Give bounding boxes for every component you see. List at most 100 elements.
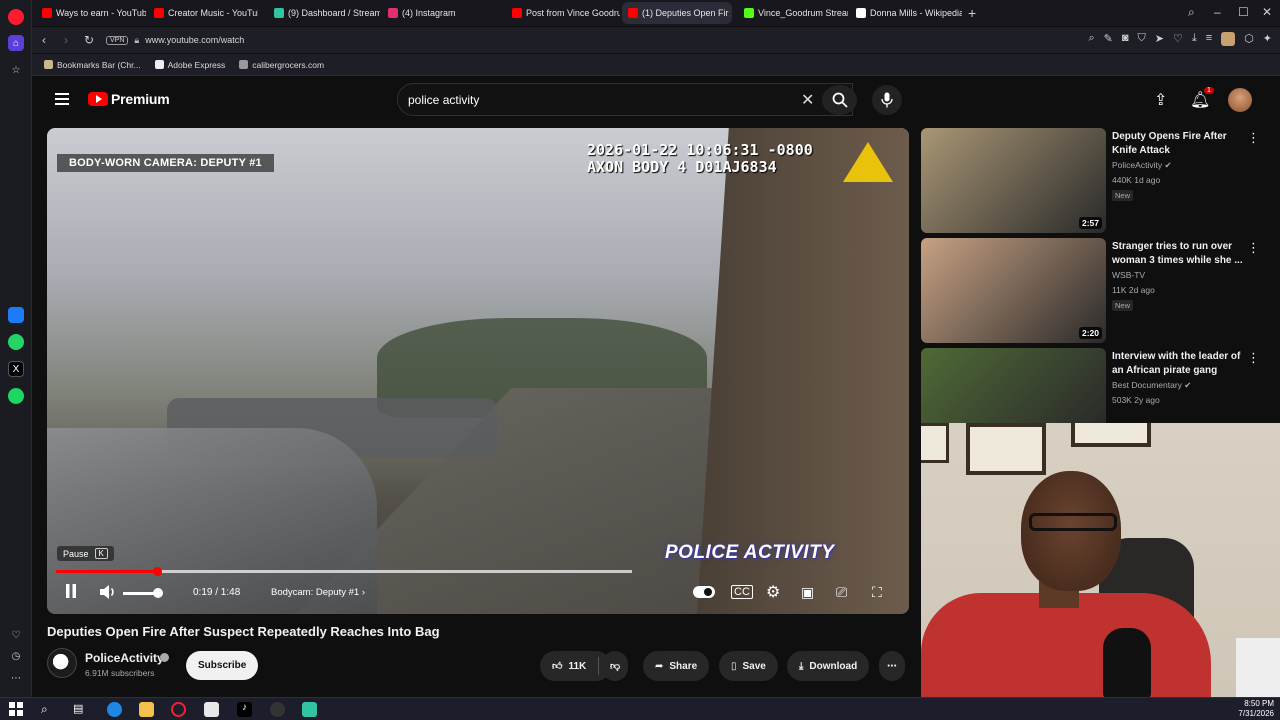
account-avatar[interactable] xyxy=(1228,88,1252,112)
close-window-icon[interactable]: ✕ xyxy=(1262,5,1272,19)
tab-wikipedia[interactable]: Donna Mills - Wikipedia xyxy=(850,2,962,24)
recommended-video[interactable]: 2:57 Deputy Opens Fire After Knife Attac… xyxy=(921,128,1261,233)
x-twitter-icon[interactable]: X xyxy=(8,361,24,377)
heart-icon[interactable]: ♡ xyxy=(8,627,24,643)
volume-icon[interactable] xyxy=(99,584,117,600)
recommended-title[interactable]: Deputy Opens Fire After Knife Attack xyxy=(1112,130,1247,158)
channel-name[interactable]: PoliceActivity xyxy=(85,651,164,665)
share-button[interactable]: ➦ Share xyxy=(643,651,710,681)
clear-search-icon[interactable]: ✕ xyxy=(801,90,814,110)
tab-search-icon[interactable]: ⌕ xyxy=(1188,5,1195,20)
video-thumbnail[interactable] xyxy=(921,348,1106,423)
download-button[interactable]: ⤓ Download xyxy=(787,651,870,681)
more-icon[interactable]: ⋯ xyxy=(8,670,24,686)
chapter-button[interactable]: Bodycam: Deputy #1 › xyxy=(271,587,365,598)
more-vertical-icon[interactable]: ⋮ xyxy=(1247,130,1260,146)
tab-kick-stream[interactable]: Vince_Goodrum Stream - xyxy=(738,2,848,24)
opera-logo-icon[interactable] xyxy=(8,9,24,25)
edge-icon[interactable] xyxy=(107,702,122,717)
subscribe-button[interactable]: Subscribe xyxy=(186,651,259,680)
pause-icon[interactable] xyxy=(65,584,77,598)
taskbar-search-icon[interactable]: ⌕ xyxy=(41,702,56,717)
obs-icon[interactable] xyxy=(270,702,285,717)
more-vertical-icon[interactable]: ⋮ xyxy=(1247,350,1260,366)
zoom-icon[interactable]: ⌕ xyxy=(1088,32,1094,46)
settings-gear-icon[interactable]: ⚙ xyxy=(766,582,780,602)
edit-icon[interactable]: ✎ xyxy=(1104,32,1113,46)
video-thumbnail[interactable]: 2:20 xyxy=(921,238,1106,343)
history-icon[interactable]: ◷ xyxy=(8,648,24,664)
reload-icon[interactable]: ↻ xyxy=(84,33,94,47)
extensions-icon[interactable]: ⬡ xyxy=(1244,32,1254,46)
store-icon[interactable] xyxy=(204,702,219,717)
recommended-title[interactable]: Interview with the leader of an African … xyxy=(1112,350,1247,378)
tab-creator-music[interactable]: Creator Music - YouTube S xyxy=(148,2,258,24)
recommended-channel: Best Documentary ✔ xyxy=(1112,380,1192,390)
tiktok-icon[interactable]: ♪ xyxy=(237,702,252,717)
voice-search-button[interactable] xyxy=(872,85,902,115)
video-title: Deputies Open Fire After Suspect Repeate… xyxy=(47,624,440,639)
tab-ways-to-earn[interactable]: Ways to earn - YouTube S xyxy=(36,2,146,24)
cast-icon[interactable]: ⎚ xyxy=(836,584,847,601)
spotify-icon[interactable] xyxy=(8,388,24,404)
url-field[interactable]: VPN 🔒︎ www.youtube.com/watch xyxy=(106,32,244,48)
captions-icon[interactable]: CC xyxy=(731,585,753,599)
autoplay-toggle[interactable] xyxy=(693,586,715,598)
volume-handle[interactable] xyxy=(153,588,163,598)
download-icon[interactable]: ⤓ xyxy=(1192,32,1197,46)
whatsapp-icon[interactable] xyxy=(8,334,24,350)
tab-post-vince[interactable]: Post from Vince Goodrum xyxy=(506,2,620,24)
fullscreen-icon[interactable]: ⛶ xyxy=(872,584,882,601)
camera-icon[interactable]: ◙ xyxy=(1122,32,1129,46)
tab-instagram[interactable]: (4) Instagram xyxy=(382,2,494,24)
progress-bar[interactable] xyxy=(56,567,632,576)
lock-icon: 🔒︎ xyxy=(134,34,140,45)
bookmark-adobe-express[interactable]: Adobe Express xyxy=(154,60,225,70)
shield-icon[interactable]: ⛉ xyxy=(1138,32,1146,46)
heart-icon[interactable]: ♡ xyxy=(1173,32,1183,46)
bodycam-label: BODY-WORN CAMERA: DEPUTY #1 xyxy=(57,154,274,172)
system-clock[interactable]: 8:50 PM 7/31/2026 xyxy=(1238,699,1274,719)
maximize-icon[interactable]: ☐ xyxy=(1238,5,1249,19)
tab-streamlabs[interactable]: (9) Dashboard / Streamlab xyxy=(268,2,380,24)
new-tab-icon[interactable]: + xyxy=(968,5,976,21)
url-text[interactable]: www.youtube.com/watch xyxy=(145,35,244,45)
more-vertical-icon[interactable]: ⋮ xyxy=(1247,240,1260,256)
aria-ai-icon[interactable]: ✦ xyxy=(1263,32,1272,46)
save-button[interactable]: ▯ Save xyxy=(719,651,778,681)
task-view-icon[interactable]: ▤ xyxy=(73,702,88,717)
pinboard-icon[interactable]: ☆ xyxy=(8,62,24,78)
bookmark-calibergrocers[interactable]: calibergrocers.com xyxy=(239,60,324,70)
windows-start-icon[interactable] xyxy=(9,702,24,717)
back-icon[interactable]: ‹ xyxy=(42,33,46,47)
streamlabs-icon[interactable] xyxy=(302,702,317,717)
messenger-icon[interactable] xyxy=(8,307,24,323)
recommended-video[interactable]: 2:20 Stranger tries to run over woman 3 … xyxy=(921,238,1261,343)
youtube-premium-logo[interactable]: Premium xyxy=(88,91,170,107)
hamburger-menu-icon[interactable] xyxy=(55,93,69,105)
bookmark-folder[interactable]: Bookmarks Bar (Chr... xyxy=(44,60,141,70)
like-button[interactable]: 👍︎ 11K xyxy=(540,651,612,681)
vpn-badge[interactable]: VPN xyxy=(106,35,129,45)
home-icon[interactable]: ⌂ xyxy=(8,35,24,51)
file-explorer-icon[interactable] xyxy=(139,702,154,717)
search-input[interactable]: police activity xyxy=(397,83,853,116)
minimize-icon[interactable]: – xyxy=(1214,5,1221,19)
video-player[interactable]: BODY-WORN CAMERA: DEPUTY #1 2026-01-22 1… xyxy=(47,128,909,614)
tab-deputies-open-fire[interactable]: (1) Deputies Open Fir xyxy=(622,2,732,24)
recommended-video[interactable]: Interview with the leader of an African … xyxy=(921,348,1261,423)
forward-icon[interactable]: › xyxy=(64,33,68,47)
send-icon[interactable]: ➤ xyxy=(1155,32,1164,46)
search-button[interactable] xyxy=(822,85,857,115)
miniplayer-icon[interactable]: ▣ xyxy=(801,584,814,601)
upload-icon[interactable]: ⇪ xyxy=(1154,90,1167,110)
profile-icon[interactable] xyxy=(1221,32,1236,46)
dislike-button[interactable]: 👎︎ xyxy=(602,651,629,681)
menu-icon[interactable]: ≡ xyxy=(1206,32,1212,46)
recommended-title[interactable]: Stranger tries to run over woman 3 times… xyxy=(1112,240,1247,268)
more-actions-button[interactable]: ⋯ xyxy=(879,651,905,681)
opera-taskbar-icon[interactable] xyxy=(171,702,186,717)
axon-logo-icon xyxy=(843,142,893,182)
video-thumbnail[interactable]: 2:57 xyxy=(921,128,1106,233)
channel-avatar[interactable] xyxy=(47,648,77,678)
